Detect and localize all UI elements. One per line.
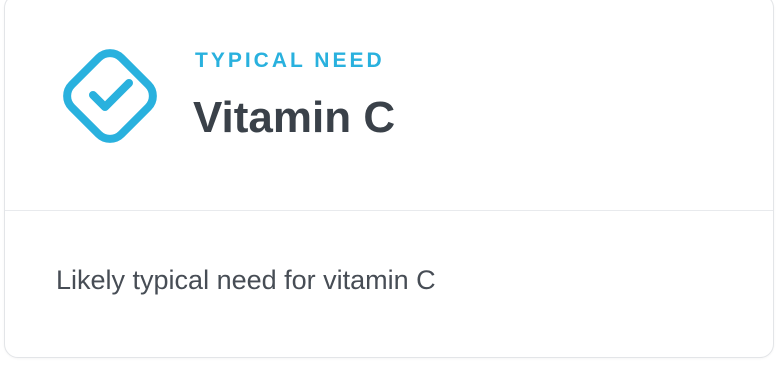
result-description: Likely typical need for vitamin C	[56, 265, 436, 295]
need-level-label: TYPICAL NEED	[195, 49, 385, 72]
check-diamond-icon	[55, 41, 165, 151]
card-body: Likely typical need for vitamin C	[5, 211, 773, 358]
nutrient-title: Vitamin C	[193, 93, 396, 142]
result-card: TYPICAL NEED Vitamin C Likely typical ne…	[4, 0, 774, 358]
card-header: TYPICAL NEED Vitamin C	[5, 0, 773, 211]
